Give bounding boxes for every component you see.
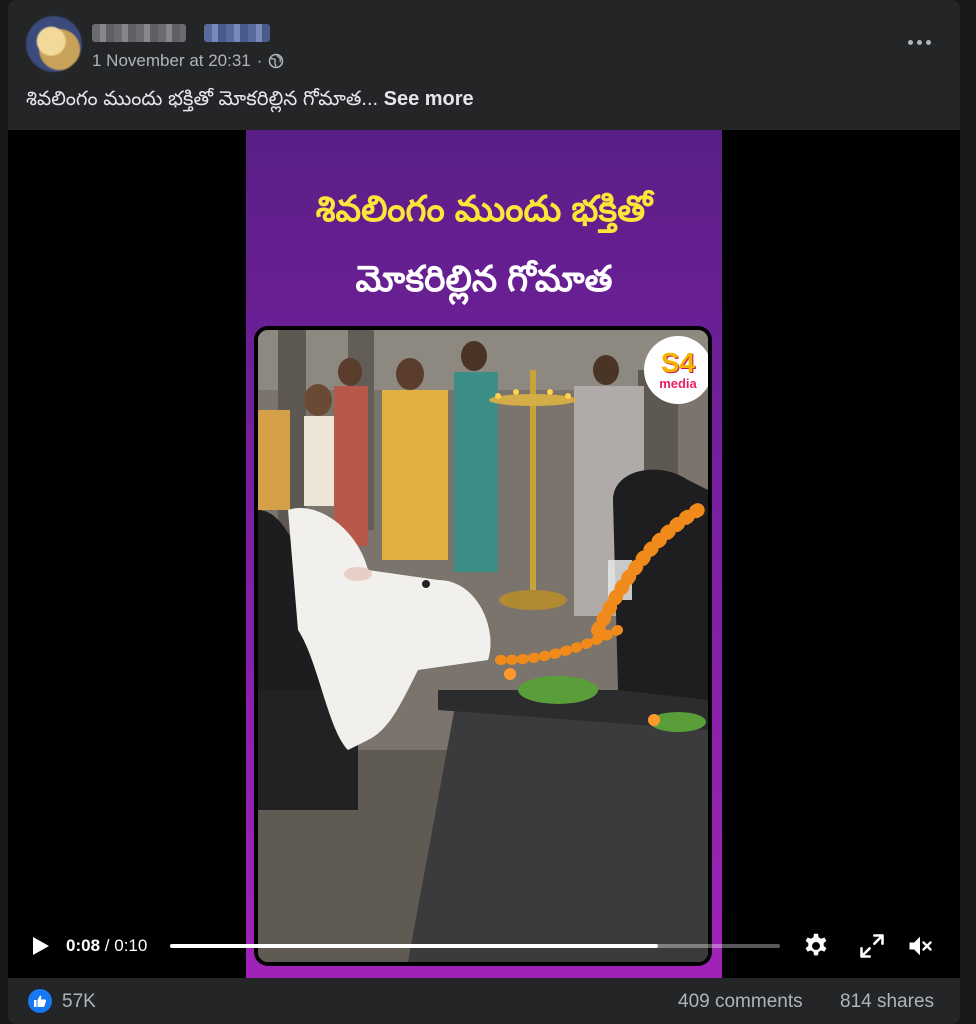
dot (916, 39, 922, 45)
thumbs-up-icon (34, 995, 47, 1007)
current-time: 0:08 (66, 936, 101, 955)
dot (907, 39, 913, 45)
progress-fill (170, 944, 658, 948)
dot (925, 39, 931, 45)
globe-icon[interactable] (268, 53, 284, 69)
duration: 0:10 (114, 936, 148, 955)
overlay-title-line1: శివలింగం ముందు భక్తితో (315, 188, 653, 229)
author-name-blurred-2[interactable] (204, 24, 270, 42)
post-meta: 1 November at 20:31 · (92, 51, 284, 71)
post-card: 1 November at 20:31 · శివలింగం ముందు భక్… (8, 0, 960, 1024)
video-inner-frame: S4 media (254, 326, 712, 966)
post-caption: శివలింగం ముందు భక్తితో మోకరిల్లిన గోమాత.… (26, 88, 474, 115)
overlay-title-line2: మోకరిల్లిన గోమాత (355, 258, 613, 299)
video-time: 0:08 / 0:10 (66, 936, 147, 956)
settings-gear-icon[interactable] (802, 932, 830, 960)
post-timestamp[interactable]: 1 November at 20:31 (92, 51, 251, 71)
channel-logo: S4 media (644, 336, 708, 404)
caption-text: శివలింగం ముందు భక్తితో మోకరిల్లిన గోమాత.… (26, 88, 379, 110)
temple-scene-image: S4 media (258, 330, 708, 962)
likes-count[interactable]: 57K (62, 991, 96, 1013)
play-icon[interactable] (28, 934, 52, 958)
post-footer: 57K 409 comments 814 shares (8, 978, 960, 1024)
shares-count[interactable]: 814 shares (840, 991, 934, 1013)
time-separator: / (104, 936, 110, 955)
meta-separator: · (256, 51, 263, 70)
comments-count[interactable]: 409 comments (678, 991, 803, 1013)
more-options-icon[interactable] (904, 30, 934, 54)
video-frame: శివలింగం ముందు భక్తితో మోకరిల్లిన గోమాత (246, 130, 722, 978)
video-player[interactable]: శివలింగం ముందు భక్తితో మోకరిల్లిన గోమాత (8, 130, 960, 978)
video-controls: 0:08 / 0:10 (8, 928, 960, 964)
progress-bar[interactable] (170, 944, 780, 948)
muted-speaker-icon[interactable] (906, 932, 934, 960)
fullscreen-icon[interactable] (858, 932, 886, 960)
temple-scene-illustration (258, 330, 708, 962)
logo-mark: S4 (660, 347, 696, 378)
see-more-link[interactable]: See more (384, 88, 474, 110)
avatar[interactable] (26, 16, 82, 72)
logo-text: media (659, 376, 697, 391)
author-name-blurred[interactable] (92, 24, 186, 42)
like-icon[interactable] (28, 989, 52, 1013)
